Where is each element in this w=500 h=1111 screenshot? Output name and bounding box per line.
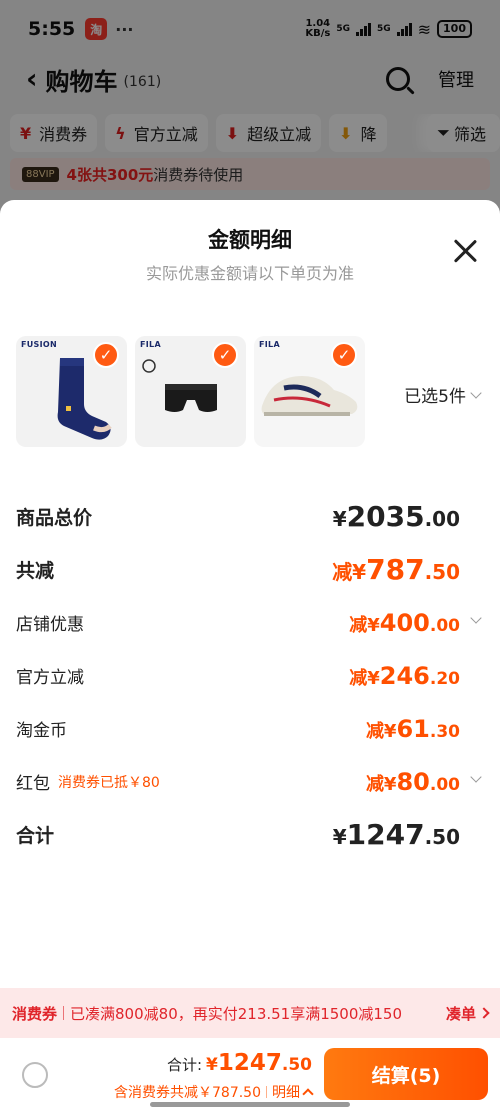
amount-int: 787 (366, 553, 425, 586)
product-thumbnail[interactable]: FILA ✓ (254, 336, 365, 447)
add-items-label: 凑单 (445, 1004, 476, 1023)
chevron-down-icon (470, 386, 482, 399)
amount-prefix: 减¥ (365, 720, 397, 742)
sheet-title: 金额明细 (208, 228, 292, 252)
checked-icon: ✓ (93, 342, 119, 368)
product-thumbnail[interactable]: FILA ✓ (135, 336, 246, 447)
amount-dec: .50 (281, 1055, 312, 1075)
amount-int: 1247 (346, 818, 425, 851)
row-amount: ¥ 2035 .00 (333, 500, 460, 533)
amount-prefix: 减¥ (349, 667, 380, 689)
checked-icon: ✓ (331, 342, 357, 368)
amount-int: 400 (379, 608, 430, 637)
checkout-bar: 合计: ¥ 1247 .50 含消费券共减￥787.50 明细 结算(5) (0, 1038, 500, 1111)
amount-dec: .30 (429, 721, 460, 742)
amount-prefix: ¥ (332, 825, 347, 849)
amount-prefix: ¥ (206, 1055, 218, 1075)
details-toggle[interactable]: 明细 (272, 1082, 314, 1102)
amount-int: 80 (396, 767, 430, 796)
chevron-down-icon (470, 612, 482, 624)
total-line: 合计: ¥ 1247 .50 (167, 1050, 312, 1076)
amount-dec: .00 (429, 615, 460, 636)
row-subtotal: 商品总价 ¥ 2035 .00 (16, 490, 482, 543)
amount-dec: .00 (424, 507, 460, 531)
coupon-tag: 消费券 (12, 1004, 58, 1023)
amount-dec: .50 (424, 825, 460, 849)
coupon-progress-bar: 消费券 已凑满800减80，再实付213.51享满1500减150 凑单 (0, 988, 500, 1038)
selected-products: FUSION ✓ FILA ✓ FILA ✓ (16, 336, 365, 447)
add-items-link[interactable]: 凑单 (445, 1003, 490, 1024)
brand-logo: FUSION (21, 340, 57, 349)
row-label: 店铺优惠 (16, 615, 84, 635)
row-amount: 减¥ 246 .20 (349, 662, 460, 690)
row-red-packet[interactable]: 红包 消费券已抵￥80 减¥ 80 .00 (16, 755, 482, 808)
row-label: 淘金币 (16, 721, 67, 741)
product-thumbnail[interactable]: FUSION ✓ (16, 336, 127, 447)
amount-prefix: 减¥ (332, 560, 367, 584)
row-taojinbi: 淘金币 减¥ 61 .30 (16, 702, 482, 755)
amount-prefix: 减¥ (349, 614, 380, 636)
amount-int: 246 (379, 661, 430, 690)
details-label: 明细 (272, 1085, 300, 1101)
total-amount: ¥ 1247 .50 (206, 1050, 312, 1076)
discount-summary: 含消费券共减￥787.50 明细 (114, 1082, 314, 1102)
divider (63, 1006, 65, 1020)
checkout-button[interactable]: 结算(5) (324, 1048, 488, 1100)
row-label: 商品总价 (16, 507, 93, 529)
checked-icon: ✓ (212, 342, 238, 368)
sheet-subtitle: 实际优惠金额请以下单页为准 (145, 264, 354, 283)
select-all-radio[interactable] (22, 1062, 48, 1088)
amount-dec: .20 (429, 668, 460, 689)
amount-int: 61 (396, 714, 430, 743)
amount-dec: .00 (429, 774, 460, 795)
selected-count-dropdown[interactable]: 已选5件 (404, 382, 482, 407)
chevron-right-icon (478, 1007, 490, 1019)
row-amount: ¥ 1247 .50 (333, 818, 460, 851)
amount-prefix: ¥ (332, 507, 347, 531)
coupon-message: 已凑满800减80，再实付213.51享满1500减150 (70, 1004, 403, 1023)
total-label: 合计: (166, 1056, 203, 1074)
amount-rows: 商品总价 ¥ 2035 .00 共减 减¥ 787 .50 店铺优惠 减¥ 40… (16, 490, 482, 861)
row-label: 合计 (16, 825, 55, 847)
home-indicator (150, 1102, 350, 1107)
row-label: 红包 (16, 774, 50, 794)
chevron-down-icon (470, 771, 482, 783)
brand-logo: FILA (259, 340, 280, 349)
row-label: 共减 (16, 560, 55, 582)
row-amount: 减¥ 400 .00 (349, 609, 460, 637)
amount-int: 2035 (346, 500, 425, 533)
brand-logo: FILA (140, 340, 161, 349)
row-total-discount: 共减 减¥ 787 .50 (16, 543, 482, 596)
amount-dec: .50 (424, 560, 460, 584)
row-note: 消费券已抵￥80 (58, 774, 160, 791)
row-official-discount: 官方立减 减¥ 246 .20 (16, 649, 482, 702)
row-total: 合计 ¥ 1247 .50 (16, 808, 482, 861)
discount-text: 含消费券共减￥787.50 (114, 1085, 261, 1101)
row-label: 官方立减 (16, 668, 84, 688)
selected-count: 已选5件 (404, 387, 466, 407)
row-amount: 减¥ 80 .00 (366, 768, 460, 796)
row-amount: 减¥ 787 .50 (332, 553, 460, 586)
row-amount: 减¥ 61 .30 (366, 715, 460, 743)
amount-int: 1247 (217, 1050, 282, 1076)
amount-prefix: 减¥ (365, 773, 397, 795)
amount-detail-sheet: 金额明细 实际优惠金额请以下单页为准 FUSION ✓ FILA ✓ FILA (0, 200, 500, 1038)
divider (266, 1086, 267, 1098)
row-store-discount[interactable]: 店铺优惠 减¥ 400 .00 (16, 596, 482, 649)
chevron-up-icon (302, 1088, 314, 1100)
close-icon[interactable] (452, 238, 478, 264)
